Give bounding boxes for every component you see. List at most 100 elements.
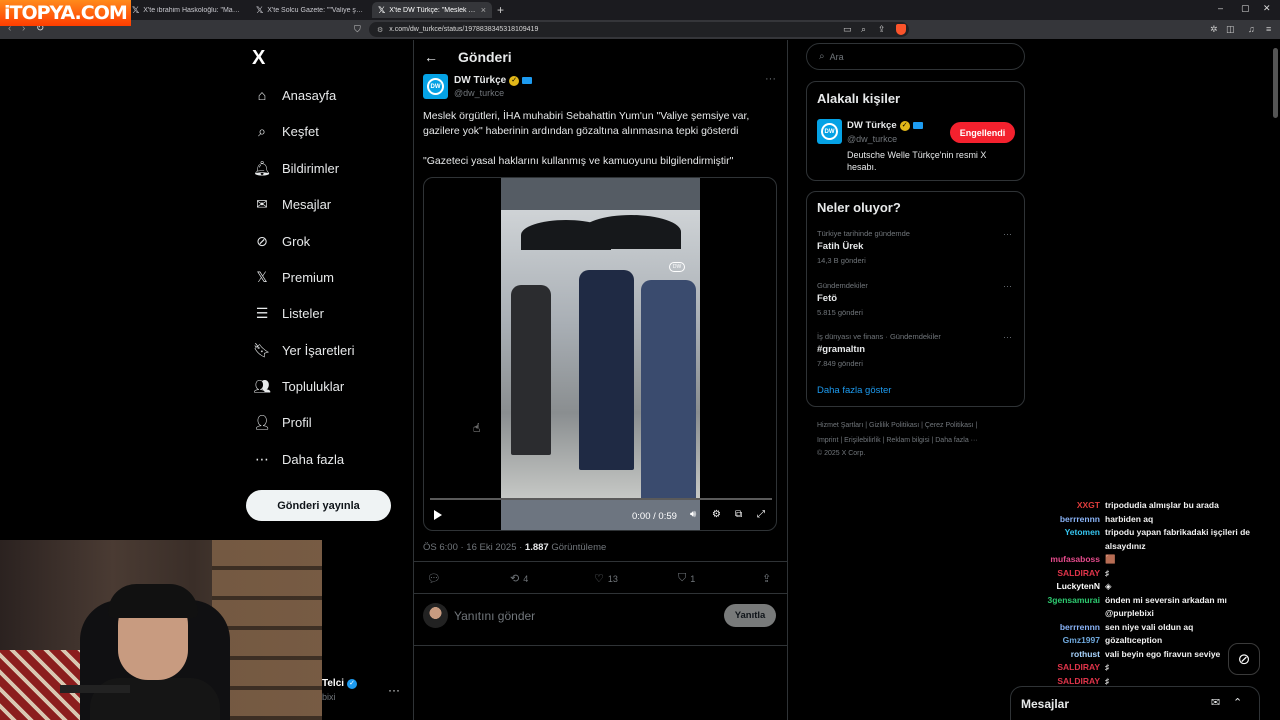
show-more-link[interactable]: Daha fazla göster (817, 385, 891, 396)
nav-item-mail[interactable]: ✉ Mesajlar (253, 192, 331, 216)
scrollbar-thumb[interactable] (1273, 48, 1278, 118)
nav-item-search[interactable]: ⌕ Keşfet (253, 119, 319, 143)
nav-item-communities[interactable]: 👥︎ Topluluklar (253, 374, 344, 398)
related-bio: Deutsche Welle Türkçe'nin resmi X hesabı… (847, 150, 987, 172)
trend-context: Gündemdekiler (817, 281, 868, 290)
trend-item[interactable]: İş dünyası ve finans · Gündemdekiler #gra… (817, 332, 941, 368)
bookmark-icon: ⛉ (678, 572, 687, 584)
cast-icon[interactable]: ▭ (843, 24, 852, 35)
nav-item-more-circle[interactable]: ⋯ Daha fazla (253, 447, 344, 471)
chat-text: harbiden aq (1105, 513, 1154, 524)
tab-title: X'te DW Türkçe: "Meslek örgütle... (389, 6, 476, 14)
related-people-panel: Alakalı kişiler DW DW Türkçe ✓ @dw_turkc… (806, 81, 1025, 181)
extensions-icon[interactable]: ✲ (1210, 24, 1218, 35)
url-text: x.com/dw_turkce/status/19788383453181094… (389, 26, 539, 33)
play-icon[interactable] (434, 510, 442, 520)
nav-item-profile[interactable]: 👤︎ Profil (253, 410, 312, 434)
author-handle[interactable]: @dw_turkce (454, 88, 504, 98)
streamer-cap (108, 584, 198, 618)
account-more-icon[interactable]: ··· (388, 683, 400, 697)
grok-icon[interactable]: ⊘ (1228, 643, 1260, 675)
trends-panel: Neler oluyor? Türkiye tarihinde gündemde… (806, 191, 1025, 407)
bookmark-page-icon[interactable]: ⛉ (354, 24, 361, 35)
nav-item-home[interactable]: ⌂ Anasayfa (253, 83, 336, 107)
close-window-button[interactable]: ✕ (1263, 3, 1271, 14)
search-input[interactable]: ⌕ Ara (806, 43, 1025, 70)
picture-in-picture-icon[interactable]: ⧉ (735, 509, 742, 520)
profile-icon: 👤︎ (253, 413, 271, 430)
chat-username: Yetomen (1064, 527, 1100, 537)
post-timestamp[interactable]: ÖS 6:00 · 16 Eki 2025 · (423, 542, 525, 553)
post-more-icon[interactable]: ··· (765, 73, 776, 85)
blocked-button[interactable]: Engellendi (950, 122, 1015, 143)
video-player[interactable]: DW 0:00 / 0:59 🔊︎ ⚙ ⧉ ⤢ (423, 177, 777, 531)
author-avatar[interactable]: DW (423, 74, 448, 99)
settings-icon[interactable]: ⚙ (712, 509, 721, 520)
nav-item-list[interactable]: ☰ Listeler (253, 301, 324, 325)
scrollbar[interactable] (1273, 48, 1278, 648)
nav-item-label: Premium (282, 269, 335, 285)
grok-icon: ⊘ (256, 232, 268, 249)
volume-icon[interactable]: 🔊︎ (690, 509, 696, 520)
trend-context: Türkiye tarihinde gündemde (817, 229, 910, 238)
nav-item-bookmark[interactable]: 🔖︎ Yer İşaretleri (253, 338, 354, 362)
new-message-icon[interactable]: ✉ (1211, 696, 1220, 709)
reply-action[interactable]: 💬︎ (427, 572, 445, 585)
expand-icon[interactable]: ⌃ (1233, 696, 1242, 709)
trend-more-icon[interactable]: ··· (1003, 229, 1012, 239)
chat-text: ♯ (1105, 662, 1110, 672)
sidebar-icon[interactable]: ◫ (1226, 24, 1235, 35)
nav-item-grok[interactable]: ⊘ Grok (253, 229, 310, 253)
umbrella (581, 215, 681, 249)
media-icon[interactable]: ♫ (1248, 24, 1255, 34)
new-tab-button[interactable]: + (497, 3, 504, 17)
post-button[interactable]: Gönderi yayınla (246, 490, 391, 521)
maximize-button[interactable]: ▢ (1241, 3, 1250, 14)
share-action[interactable]: ⇪ (762, 572, 775, 585)
trend-name: #gramaltın (817, 344, 866, 355)
back-arrow-icon[interactable]: ← (424, 49, 438, 65)
trend-item[interactable]: Gündemdekiler Fetö 5.815 gönderi (817, 281, 868, 317)
nav-item-bell[interactable]: 🔔︎ Bildirimler (253, 156, 339, 180)
gold-verified-icon: ✓ (509, 75, 520, 86)
x-favicon-icon: 𝕏 (256, 4, 264, 15)
trend-more-icon[interactable]: ··· (1003, 281, 1012, 291)
browser-tab[interactable]: 𝕏 X'te ibrahim Haskoloğlu: "Mango, kış..… (126, 2, 246, 18)
bell-icon: 🔔︎ (253, 159, 271, 176)
related-avatar[interactable]: DW (817, 119, 842, 144)
video-progress-bar[interactable] (430, 498, 772, 500)
browser-tab-active[interactable]: 𝕏 X'te DW Türkçe: "Meslek örgütle... × (372, 2, 492, 18)
site-info-icon[interactable]: ⚙ (377, 26, 383, 34)
brave-shield-icon[interactable] (896, 24, 906, 35)
minimize-button[interactable]: – (1218, 3, 1223, 13)
bookmark-action[interactable]: ⛉ 1 (678, 572, 695, 585)
trend-name: Fetö (817, 293, 838, 304)
footer-links-1[interactable]: Hizmet Şartları | Gizlilik Politikası | … (817, 418, 1027, 433)
tab-close-icon[interactable]: × (481, 5, 486, 15)
nav-item-x-premium[interactable]: 𝕏 Premium (253, 265, 334, 289)
author-name-row[interactable]: DW Türkçe ✓ (454, 75, 533, 86)
browser-tab[interactable]: 𝕏 X'te Solcu Gazete: ""Valiye şemsiye va… (250, 2, 370, 18)
trend-more-icon[interactable]: ··· (1003, 332, 1012, 342)
account-switcher[interactable]: Telci ✓ bixi (322, 678, 358, 702)
chat-text: vali beyin ego firavun seviye (1105, 648, 1221, 659)
bookmark-icon: 🔖︎ (253, 341, 271, 358)
chat-username: LuckytenN (1056, 581, 1100, 591)
x-logo-icon[interactable]: X (252, 47, 265, 70)
menu-icon[interactable]: ≡ (1266, 24, 1271, 34)
url-field[interactable]: ⚙ x.com/dw_turkce/status/197883834531810… (369, 22, 909, 37)
hand-cursor-icon: ☝︎ (473, 421, 481, 435)
like-action[interactable]: ♡ 13 (594, 572, 618, 585)
nav-item-label: Mesajlar (282, 196, 332, 212)
trend-item[interactable]: Türkiye tarihinde gündemde Fatih Ürek 14,3… (817, 229, 910, 265)
messages-dock[interactable]: Mesajlar ✉ ⌃ (1010, 686, 1260, 720)
account-name: Telci (322, 678, 345, 689)
zoom-icon[interactable]: ⌕ (861, 24, 866, 35)
share-icon[interactable]: ⇪ (878, 24, 886, 35)
fullscreen-icon[interactable]: ⤢ (757, 509, 765, 520)
repost-action[interactable]: ⟲ 4 (510, 572, 528, 585)
related-name-row[interactable]: DW Türkçe ✓ (847, 120, 923, 131)
reply-input[interactable]: Yanıtını gönder (454, 609, 535, 623)
reply-button[interactable]: Yanıtla (724, 604, 776, 627)
more-circle-icon: ⋯ (255, 450, 269, 467)
